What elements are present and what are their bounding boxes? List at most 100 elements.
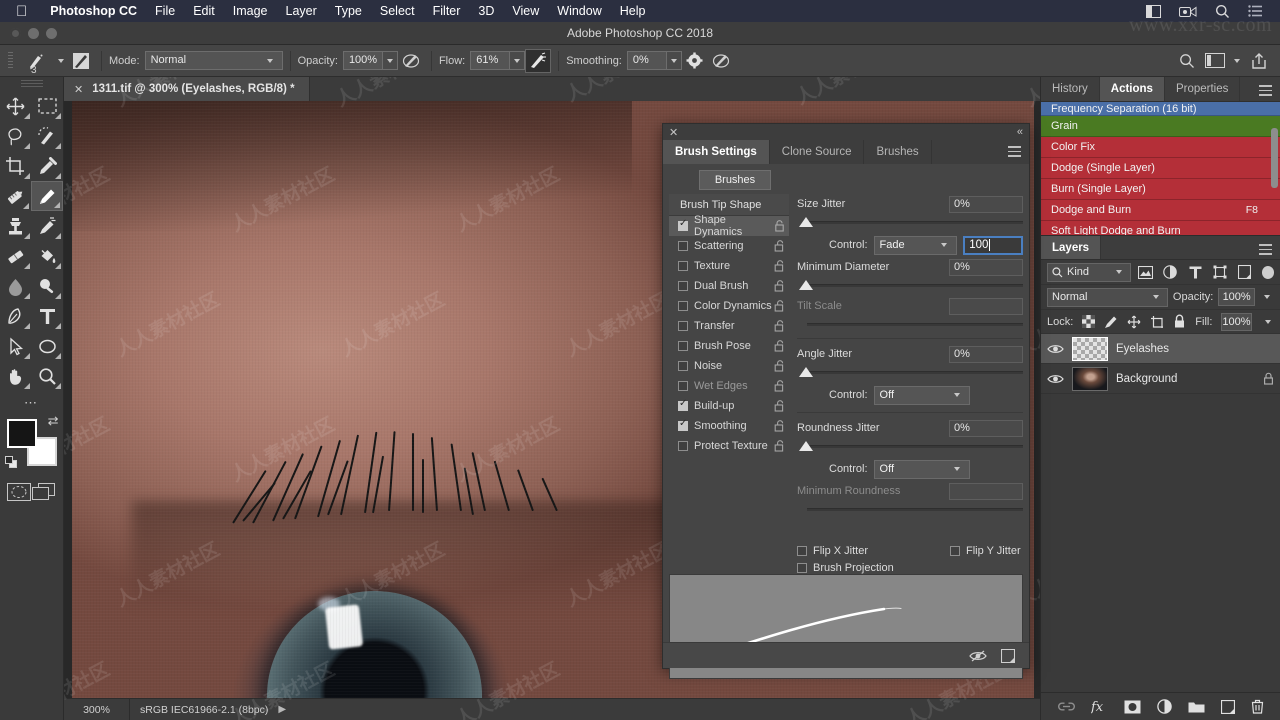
filter-enable-toggle[interactable] (1261, 265, 1275, 279)
menu-filter[interactable]: Filter (424, 0, 470, 22)
slider-thumb[interactable] (799, 441, 813, 451)
search-icon[interactable] (1174, 49, 1200, 73)
layer-opacity-chevron-down-icon[interactable] (1264, 295, 1270, 299)
lock-all-icon[interactable] (1173, 314, 1186, 329)
brush-tip-shape-item[interactable]: Brush Tip Shape (669, 194, 789, 216)
actions-list[interactable]: Frequency Separation (16 bit) Grain Colo… (1041, 102, 1280, 235)
move-tool[interactable] (0, 91, 32, 121)
toolbar-grip[interactable] (21, 80, 43, 89)
checkbox-smoothing[interactable] (678, 418, 688, 431)
checkbox-shape-dynamics[interactable] (678, 218, 688, 231)
lock-icon[interactable] (774, 380, 785, 392)
dynamics-item-scattering[interactable]: Scattering (669, 236, 789, 256)
lock-icon[interactable] (774, 220, 785, 232)
action-row[interactable]: Dodge (Single Layer) (1041, 158, 1280, 179)
dynamics-item-protect-texture[interactable]: Protect Texture (669, 436, 789, 456)
checkbox-noise[interactable] (678, 361, 688, 371)
tab-layers[interactable]: Layers (1041, 236, 1102, 259)
flow-chevron-down-icon[interactable] (510, 51, 526, 70)
opacity-chevron-down-icon[interactable] (382, 51, 398, 70)
checkbox-protect-texture[interactable] (678, 441, 688, 451)
brush-panel-toggle-icon[interactable] (68, 49, 94, 73)
apple-icon[interactable]:  (16, 4, 27, 19)
checkbox-texture[interactable] (678, 261, 688, 271)
dynamics-item-shape-dynamics[interactable]: Shape Dynamics (669, 214, 789, 238)
zoom-tool[interactable] (32, 361, 64, 391)
angle-control-select[interactable]: Off (873, 385, 970, 405)
checkbox-brush-projection[interactable] (797, 562, 807, 573)
dynamics-item-wet-edges[interactable]: Wet Edges (669, 376, 789, 396)
checkbox-scattering[interactable] (678, 241, 688, 251)
control-center-icon[interactable] (1239, 5, 1272, 17)
quick-mask-mode-icon[interactable] (6, 483, 31, 501)
lock-artboard-nesting-icon[interactable] (1150, 315, 1164, 329)
eye-icon[interactable] (1047, 373, 1064, 385)
action-row[interactable]: Dodge and Burn F8 (1041, 200, 1280, 221)
smoothing-input[interactable]: 0% (626, 51, 667, 70)
flow-input[interactable]: 61% (470, 51, 511, 70)
new-layer-icon[interactable] (1220, 699, 1235, 714)
checkbox-brush-pose[interactable] (678, 341, 688, 351)
menu-app-name[interactable]: Photoshop CC (41, 0, 146, 22)
opacity-input[interactable]: 100% (342, 51, 383, 70)
create-new-brush-icon[interactable] (1001, 648, 1015, 663)
layer-fill-chevron-down-icon[interactable] (1264, 319, 1271, 324)
slider-thumb[interactable] (799, 217, 813, 227)
angle-jitter-input[interactable]: 0% (949, 345, 1023, 363)
airbrush-icon[interactable] (525, 48, 552, 73)
symmetry-icon[interactable] (708, 49, 734, 73)
workspace-switcher-icon[interactable] (1202, 49, 1228, 73)
checkbox-dual-brush[interactable] (678, 281, 688, 291)
menu-type[interactable]: Type (326, 0, 371, 22)
dynamics-item-dual-brush[interactable]: Dual Brush (669, 276, 789, 296)
tab-properties[interactable]: Properties (1165, 77, 1241, 101)
slider-thumb[interactable] (799, 367, 813, 377)
close-icon[interactable]: ✕ (74, 83, 83, 96)
layer-blend-mode-select[interactable]: Normal (1047, 287, 1168, 307)
panel-menu-icon[interactable] (1259, 85, 1272, 99)
dynamics-item-color-dynamics[interactable]: Color Dynamics (669, 296, 789, 316)
default-colors-icon[interactable] (4, 456, 18, 469)
panel-menu-icon[interactable] (1259, 244, 1272, 258)
checkbox-color-dynamics[interactable] (678, 301, 688, 311)
dodge-tool[interactable] (32, 271, 64, 301)
checkbox-flip-x-jitter[interactable] (797, 545, 807, 556)
size-jitter-slider[interactable] (797, 215, 1023, 231)
lock-transparent-pixels-icon[interactable] (1082, 315, 1096, 328)
rectangular-marquee-tool[interactable] (32, 91, 64, 121)
zoom-level-value[interactable]: 300% (64, 698, 130, 720)
swap-colors-icon[interactable]: ⇄ (48, 413, 59, 429)
eraser-tool[interactable] (0, 241, 32, 271)
history-brush-tool[interactable] (32, 211, 64, 241)
brush-tool[interactable] (31, 181, 63, 211)
quick-selection-tool[interactable] (32, 121, 64, 151)
dynamics-item-build-up[interactable]: Build-up (669, 396, 789, 416)
lock-icon[interactable] (774, 240, 785, 252)
action-row[interactable]: Frequency Separation (16 bit) (1041, 102, 1280, 116)
lock-icon[interactable] (774, 420, 785, 432)
smoothing-options-gear-icon[interactable] (682, 49, 708, 73)
lock-icon[interactable] (774, 260, 785, 272)
lock-icon[interactable] (774, 340, 785, 352)
size-control-select[interactable]: Fade (873, 235, 958, 255)
menu-view[interactable]: View (503, 0, 548, 22)
link-layers-icon[interactable] (1057, 701, 1075, 712)
screen-record-icon[interactable] (1170, 5, 1206, 18)
collapse-panel-icon[interactable]: « (1017, 126, 1023, 138)
filter-type-icon[interactable] (1185, 263, 1205, 282)
delete-layer-icon[interactable] (1251, 699, 1264, 714)
toggle-live-tip-icon[interactable] (969, 649, 987, 663)
size-jitter-input[interactable]: 0% (949, 195, 1023, 213)
foreground-color-swatch[interactable] (6, 419, 37, 448)
actions-scrollbar[interactable] (1271, 128, 1278, 188)
dynamics-item-brush-pose[interactable]: Brush Pose (669, 336, 789, 356)
menu-image[interactable]: Image (224, 0, 277, 22)
action-row[interactable]: Burn (Single Layer) (1041, 179, 1280, 200)
lock-icon[interactable] (774, 440, 785, 452)
layer-opacity-input[interactable]: 100% (1218, 288, 1255, 306)
lock-image-pixels-icon[interactable] (1104, 315, 1118, 329)
minimum-diameter-slider[interactable] (797, 278, 1023, 294)
new-group-icon[interactable] (1188, 700, 1205, 713)
layer-item-background[interactable]: Background (1041, 364, 1280, 394)
roundness-control-select[interactable]: Off (873, 459, 970, 479)
